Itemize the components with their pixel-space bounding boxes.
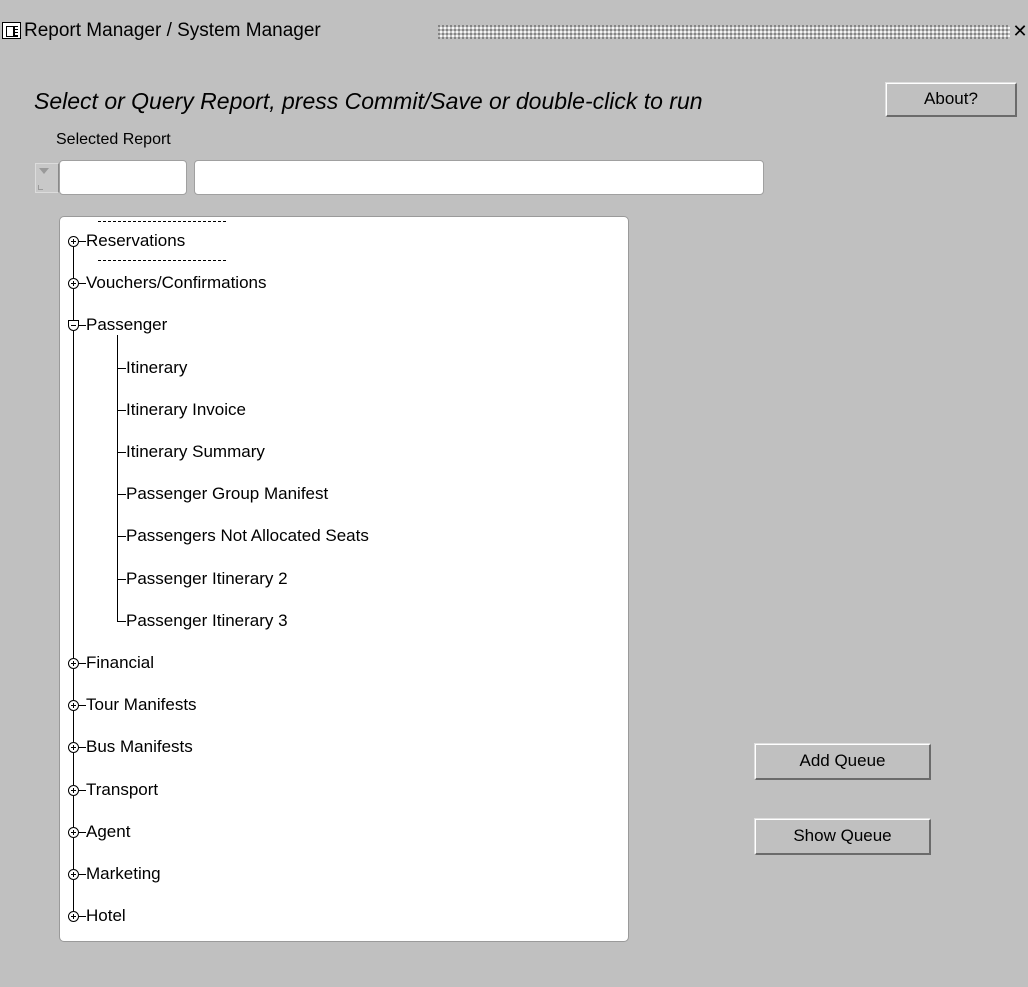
tree-connector [117, 494, 126, 496]
tree-leaf-label: Passenger Itinerary 3 [126, 610, 288, 630]
list-of-values-icon[interactable] [35, 163, 59, 193]
tree-trunk-line [73, 331, 74, 658]
tree-node-tour-manifests[interactable]: Tour Manifests [86, 695, 197, 715]
title-bar-pattern [438, 25, 1010, 39]
tree-node-bus-manifests[interactable]: Bus Manifests [86, 737, 193, 757]
tree-node-label: Financial [86, 653, 155, 672]
expand-icon[interactable] [68, 911, 79, 923]
tree-leaf-label: Itinerary [126, 357, 188, 377]
tree-node-marketing[interactable]: Marketing [86, 864, 161, 884]
tree-node-label: Bus Manifests [86, 737, 193, 757]
tree-leaf-itinerary-invoice[interactable]: Itinerary Invoice [126, 400, 246, 420]
tree-trunk-line [73, 669, 74, 701]
tree-trunk-line [73, 753, 74, 785]
tree-node-label: Transport [86, 779, 159, 799]
expand-icon[interactable] [68, 869, 79, 880]
tree-node-label: Vouchers/Confirmations [86, 273, 267, 293]
collapse-icon[interactable] [68, 320, 79, 332]
tree-trunk-line [73, 795, 74, 827]
tree-node-transport[interactable]: Transport [86, 780, 158, 800]
about-button[interactable]: About? [886, 83, 1017, 117]
tree-node-financial[interactable]: Financial [86, 653, 154, 673]
expand-icon[interactable] [68, 784, 79, 796]
tree-leaf-label: Passenger Group Manifest [126, 484, 329, 504]
expand-icon[interactable] [68, 826, 79, 838]
forms-app-icon[interactable] [2, 22, 21, 39]
tree-connector [79, 283, 86, 285]
tree-node-label: Hotel [86, 906, 126, 926]
tree-leaf-passenger-itinerary-3[interactable]: Passenger Itinerary 3 [126, 611, 288, 631]
tree-trunk-line [73, 880, 74, 912]
tree-leaf-itinerary-summary[interactable]: Itinerary Summary [126, 442, 265, 462]
tree-trunk-line [73, 289, 74, 321]
show-queue-button[interactable]: Show Queue [755, 819, 931, 855]
expand-icon[interactable] [68, 236, 79, 247]
window-title: Report Manager / System Manager [24, 20, 321, 41]
tree-connector [79, 241, 86, 242]
expand-icon[interactable] [68, 700, 79, 712]
tree-trunk-line [73, 711, 74, 743]
expand-icon[interactable] [68, 658, 79, 669]
tree-node-label: Marketing [86, 864, 161, 883]
tree-connector [117, 578, 126, 580]
tree-connector [79, 789, 86, 791]
tree-connector [79, 705, 86, 707]
tree-branch-line [117, 335, 118, 621]
selected-report-name-field[interactable] [194, 160, 764, 195]
tree-leaf-label: Passengers Not Allocated Seats [126, 526, 369, 546]
tree-leaf-label: Itinerary Invoice [126, 399, 246, 419]
tree-trunk-line [73, 247, 74, 279]
tree-node-agent[interactable]: Agent [86, 822, 130, 842]
expand-icon[interactable] [68, 278, 79, 290]
tree-connector [117, 452, 126, 453]
expand-icon[interactable] [68, 742, 79, 754]
tree-node-label: Passenger [86, 315, 168, 335]
tree-connector [79, 874, 86, 875]
tree-connector [79, 747, 86, 749]
tree-node-label: Tour Manifests [86, 695, 197, 715]
report-tree[interactable]: Reservations Vouchers/Confirmations Passen… [59, 216, 629, 942]
close-icon[interactable]: ✕ [1012, 20, 1028, 42]
tree-trunk-line [73, 837, 74, 869]
tree-connector [117, 536, 126, 538]
tree-connector [79, 831, 86, 833]
add-queue-button[interactable]: Add Queue [755, 744, 931, 780]
selected-report-label: Selected Report [56, 131, 171, 148]
tree-leaf-label: Itinerary Summary [126, 442, 265, 461]
tree-connector [117, 409, 126, 411]
tree-leaf-itinerary[interactable]: Itinerary [126, 358, 187, 378]
tree-leaf-passenger-group-manifest[interactable]: Passenger Group Manifest [126, 484, 328, 504]
tree-node-hotel[interactable]: Hotel [86, 906, 126, 926]
tree-node-vouchers-confirmations[interactable]: Vouchers/Confirmations [86, 273, 266, 293]
tree-node-passenger[interactable]: Passenger [86, 315, 167, 335]
window-title-bar[interactable]: Report Manager / System Manager ✕ [0, 0, 1028, 42]
selected-report-code-field[interactable] [59, 160, 187, 195]
tree-connector [117, 620, 126, 622]
instruction-prompt: Select or Query Report, press Commit/Sav… [34, 88, 703, 114]
focus-indicator [98, 221, 226, 261]
tree-leaf-label: Passenger Itinerary 2 [126, 568, 288, 588]
tree-node-label: Agent [86, 821, 131, 841]
tree-connector [79, 663, 86, 664]
tree-leaf-passenger-itinerary-2[interactable]: Passenger Itinerary 2 [126, 569, 288, 589]
tree-connector [117, 367, 126, 369]
tree-leaf-passengers-not-allocated-seats[interactable]: Passengers Not Allocated Seats [126, 526, 369, 546]
tree-connector [79, 916, 86, 918]
tree-connector [79, 325, 86, 327]
